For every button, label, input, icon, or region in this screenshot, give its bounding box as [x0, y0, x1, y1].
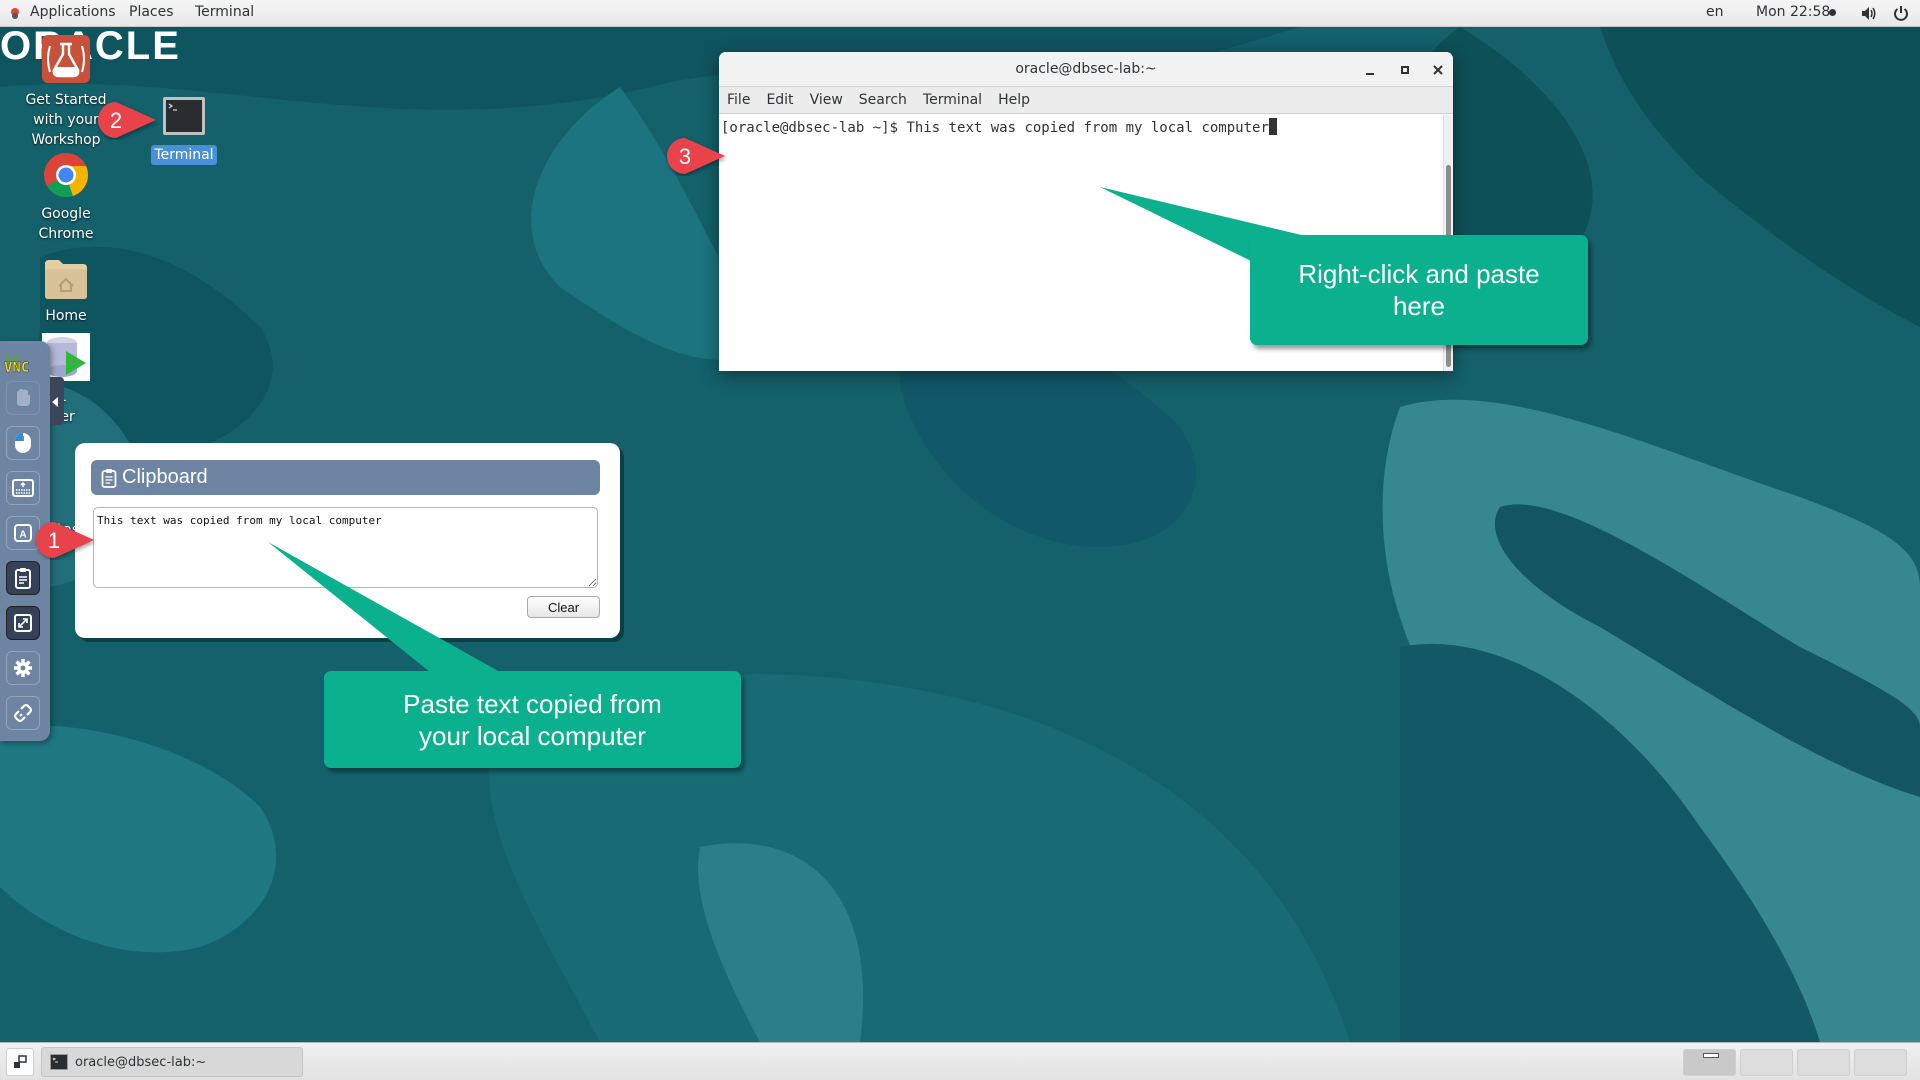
marker-number: 3 [678, 144, 692, 169]
close-button[interactable] [1428, 60, 1448, 80]
clipboard-icon [15, 568, 31, 589]
desktop-icon-label: Google [41, 206, 91, 222]
terminal-titlebar[interactable]: oracle@dbsec-lab:~ [719, 52, 1453, 87]
workspace-4[interactable] [1854, 1049, 1907, 1076]
clipboard-header: Clipboard [91, 460, 600, 495]
clipboard-icon [101, 468, 117, 488]
menu-help[interactable]: Help [998, 92, 1030, 108]
keyboard-button[interactable] [6, 471, 40, 505]
marker-number: 1 [47, 528, 61, 553]
novnc-logo: no VNC [4, 352, 30, 376]
keyboard-icon [12, 479, 34, 497]
mouse-icon [15, 433, 31, 453]
power-icon[interactable] [1893, 5, 1909, 21]
terminal-title: oracle@dbsec-lab:~ [1015, 61, 1157, 77]
callout-text-line: Right-click and paste [1298, 259, 1540, 289]
taskbar-window-terminal[interactable]: oracle@dbsec-lab:~ [41, 1047, 303, 1077]
maximize-icon [1401, 66, 1409, 74]
menu-file[interactable]: File [727, 92, 750, 108]
volume-icon[interactable] [1861, 6, 1877, 21]
desktop-icon-chrome[interactable]: Google Chrome [14, 152, 118, 244]
terminal-icon [163, 97, 205, 135]
gear-icon [14, 659, 32, 677]
svg-text:A: A [19, 530, 26, 541]
show-desktop-icon [14, 1055, 27, 1068]
desktop-icon-label: Workshop [31, 132, 101, 148]
desktop-icon-home[interactable]: Home [14, 258, 118, 326]
marker-number: 2 [109, 108, 123, 133]
applications-menu[interactable]: Applications [30, 4, 116, 20]
drag-viewport-button[interactable] [6, 381, 40, 415]
taskbar-window-label: oracle@dbsec-lab:~ [75, 1054, 207, 1070]
top-panel: Applications Places Terminal en Mon 22:5… [0, 0, 1920, 27]
menu-terminal[interactable]: Terminal [923, 92, 982, 108]
callout-text-line: here [1392, 291, 1446, 321]
mouse-button-toggle[interactable] [6, 426, 40, 460]
language-indicator[interactable]: en [1706, 4, 1724, 20]
places-menu[interactable]: Places [129, 4, 174, 20]
fullscreen-icon [14, 614, 32, 632]
novnc-bar-handle[interactable] [50, 377, 64, 425]
desktop-icon-label: Home [45, 308, 87, 324]
show-desktop-button[interactable] [6, 1048, 34, 1076]
terminal-cursor [1268, 118, 1277, 135]
workspace-1[interactable] [1683, 1049, 1736, 1076]
terminal-icon [50, 1054, 68, 1070]
close-icon [1433, 65, 1443, 75]
clipboard-clear-button[interactable]: Clear [527, 596, 600, 618]
minimize-button[interactable] [1360, 60, 1380, 80]
menu-search[interactable]: Search [859, 92, 907, 108]
terminal-prompt: [oracle@dbsec-lab ~]$ [721, 120, 907, 136]
bottom-taskbar: oracle@dbsec-lab:~ [0, 1042, 1920, 1080]
disconnect-button[interactable] [6, 696, 40, 730]
step-marker-3: 3 [665, 136, 725, 176]
desktop-icon-label: Terminal [151, 145, 217, 165]
callout-text-line: your local computer [419, 720, 646, 751]
desktop-icon-label: Chrome [38, 226, 94, 242]
hand-icon [17, 389, 30, 406]
step-marker-2: 2 [96, 100, 156, 140]
fullscreen-button[interactable] [6, 606, 40, 640]
notification-dot-icon [1829, 9, 1836, 16]
terminal-menubar: File Edit View Search Terminal Help [719, 87, 1453, 114]
home-folder-icon [45, 260, 87, 299]
menu-view[interactable]: View [810, 92, 843, 108]
clipboard-button[interactable] [6, 561, 40, 595]
terminal-app-menu[interactable]: Terminal [195, 4, 254, 20]
disconnect-icon [13, 703, 33, 723]
clipboard-textarea[interactable]: This text was copied from my local compu… [93, 507, 598, 588]
workspace-2[interactable] [1740, 1049, 1793, 1076]
workspace-window-thumb [1703, 1053, 1719, 1058]
desktop-icon-label: with your [33, 112, 99, 128]
chrome-icon [44, 153, 89, 198]
workspace-3[interactable] [1797, 1049, 1850, 1076]
callout-text-line: Paste text copied from [403, 688, 662, 719]
applications-icon [11, 8, 19, 19]
minimize-icon [1366, 73, 1374, 75]
terminal-command: This text was copied from my local compu… [906, 120, 1269, 136]
maximize-button[interactable] [1395, 60, 1415, 80]
key-a-icon: A [14, 524, 32, 542]
callout-paste-here: Right-click and paste here [1250, 235, 1588, 345]
step-marker-1: 1 [34, 520, 94, 560]
clock[interactable]: Mon 22:58 [1756, 4, 1830, 20]
settings-button[interactable] [6, 651, 40, 685]
clipboard-panel: Clipboard This text was copied from my l… [75, 443, 620, 638]
collapse-arrow-icon [52, 397, 58, 407]
novnc-logo-vnc: VNC [4, 360, 30, 376]
menu-edit[interactable]: Edit [766, 92, 793, 108]
callout-paste-copied-text: Paste text copied from your local comput… [324, 671, 741, 768]
flask-icon [42, 35, 90, 83]
clipboard-title: Clipboard [122, 466, 208, 488]
